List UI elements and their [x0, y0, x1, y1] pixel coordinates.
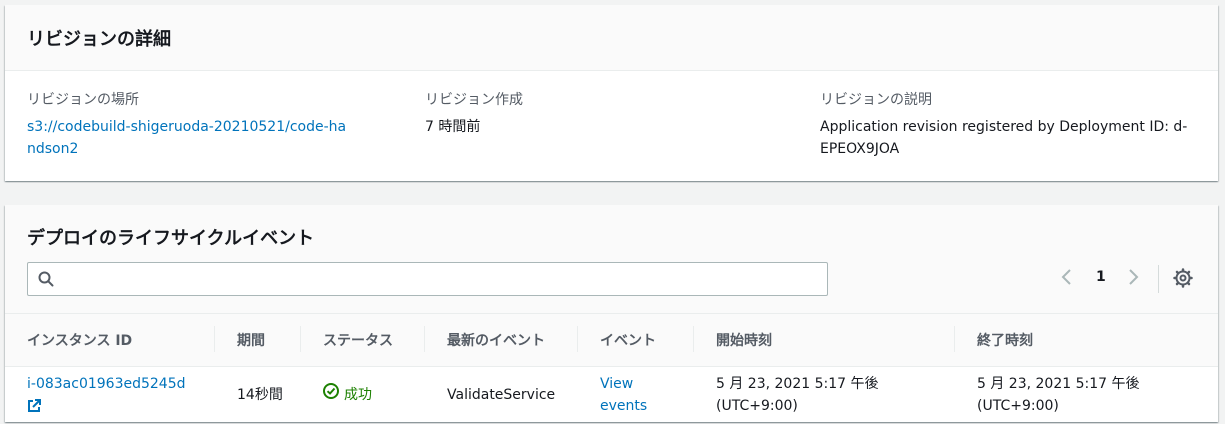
gear-icon[interactable] — [1173, 268, 1193, 292]
status-badge: 成功 — [323, 383, 425, 406]
revision-details-body: リビジョンの場所 s3://codebuild-shigeruoda-20210… — [5, 71, 1218, 181]
lifecycle-events-header: デプロイのライフサイクルイベント 1 — [5, 205, 1218, 314]
revision-description-field: リビジョンの説明 Application revision registered… — [820, 89, 1190, 160]
lifecycle-events-table: インスタンス ID 期間 ステータス 最新のイベント イベント 開始時刻 終了時… — [5, 314, 1218, 423]
cell-start-time: 5 月 23, 2021 5:17 午後 (UTC+9:00) — [716, 375, 879, 414]
search-icon — [38, 271, 54, 287]
column-header-end-time[interactable]: 終了時刻 — [955, 314, 1218, 367]
cell-latest-event: ValidateService — [447, 386, 556, 403]
pagination-divider — [1158, 265, 1159, 293]
revision-created-field: リビジョン作成 7 時間前 — [425, 89, 795, 138]
cell-events: View events — [578, 366, 694, 423]
pagination-prev-button[interactable] — [1060, 267, 1074, 287]
column-header-duration[interactable]: 期間 — [215, 314, 301, 367]
revision-description-label: リビジョンの説明 — [820, 92, 932, 108]
cell-status: 成功 — [301, 366, 425, 423]
cell-instance-id: i-083ac01963ed5245d — [5, 366, 215, 423]
table-row: i-083ac01963ed5245d 14秒間 成功 ValidateServ… — [5, 366, 1218, 423]
column-header-latest-event[interactable]: 最新のイベント — [425, 314, 578, 367]
column-header-status[interactable]: ステータス — [301, 314, 425, 367]
revision-created-label: リビジョン作成 — [425, 92, 523, 108]
revision-location-field: リビジョンの場所 s3://codebuild-shigeruoda-20210… — [27, 89, 397, 160]
revision-details-header: リビジョンの詳細 — [5, 5, 1218, 71]
revision-location-label: リビジョンの場所 — [27, 92, 139, 108]
revision-created-value: 7 時間前 — [425, 119, 481, 135]
cell-end-time: 5 月 23, 2021 5:17 午後 (UTC+9:00) — [977, 375, 1140, 414]
status-text: 成功 — [344, 386, 372, 403]
column-header-events[interactable]: イベント — [578, 314, 694, 367]
table-header-row: インスタンス ID 期間 ステータス 最新のイベント イベント 開始時刻 終了時… — [5, 314, 1218, 367]
search-input[interactable] — [62, 264, 827, 294]
external-link-icon[interactable] — [27, 398, 41, 414]
lifecycle-events-panel: デプロイのライフサイクルイベント 1 インスタンス ID 期間 ステータス 最新… — [5, 205, 1218, 422]
revision-description-value: Application revision registered by Deplo… — [820, 119, 1188, 157]
revision-details-title: リビジョンの詳細 — [27, 28, 171, 50]
revision-location-link[interactable]: s3://codebuild-shigeruoda-20210521/code-… — [27, 116, 347, 160]
pagination-next-button[interactable] — [1126, 267, 1140, 287]
search-box[interactable] — [27, 262, 828, 296]
lifecycle-events-title: デプロイのライフサイクルイベント — [27, 228, 315, 249]
column-header-instance-id[interactable]: インスタンス ID — [5, 314, 215, 367]
cell-duration: 14秒間 — [237, 386, 283, 403]
revision-details-panel: リビジョンの詳細 リビジョンの場所 s3://codebuild-shigeru… — [5, 5, 1218, 181]
column-header-start-time[interactable]: 開始時刻 — [694, 314, 955, 367]
view-events-link[interactable]: View events — [600, 376, 647, 414]
instance-id-link[interactable]: i-083ac01963ed5245d — [27, 376, 186, 392]
pagination-page-number[interactable]: 1 — [1096, 269, 1106, 285]
success-check-icon — [323, 383, 339, 406]
